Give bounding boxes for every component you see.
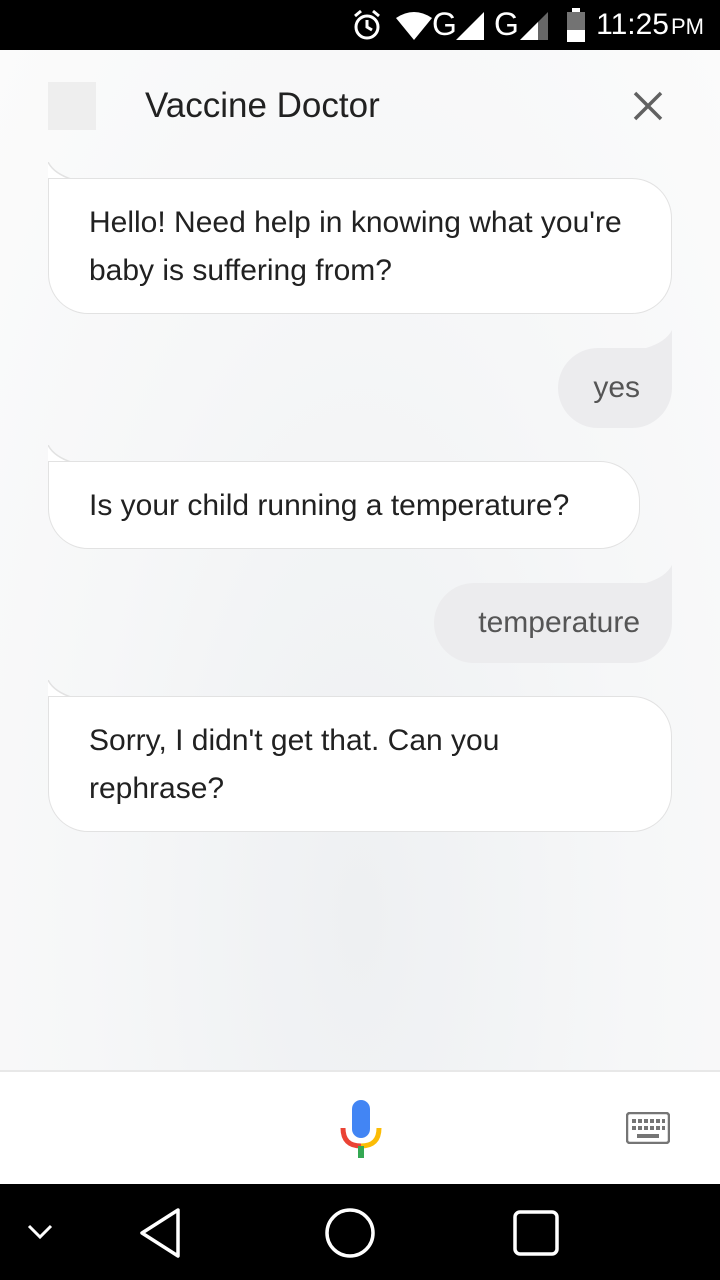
wifi-icon [396,12,432,40]
chat-screen: Vaccine Doctor Hello! Need help in knowi… [0,50,720,1070]
network-type-2: G [494,6,519,42]
message-text: Hello! Need help in knowing what you're … [89,206,622,287]
clock: 11:25PM [596,8,704,41]
chevron-down-icon[interactable] [26,1222,54,1242]
recents-icon[interactable] [511,1208,561,1258]
page-title: Vaccine Doctor [145,86,380,125]
message-text: temperature [478,606,640,639]
mic-icon[interactable] [340,1100,382,1160]
message-text: yes [593,371,640,404]
signal-icon [456,12,484,40]
bot-message: Is your child running a temperature? [48,461,640,549]
input-bar [0,1070,720,1184]
close-icon[interactable] [628,86,668,126]
message-text: Sorry, I didn't get that. Can you rephra… [89,724,500,805]
status-bar: G G 11:25PM [0,0,720,50]
message-text: Is your child running a temperature? [89,489,570,522]
keyboard-icon[interactable] [626,1112,670,1144]
battery-icon [567,8,585,42]
bubble-tail [646,565,672,583]
bot-message: Sorry, I didn't get that. Can you rephra… [48,696,672,832]
navigation-bar [0,1184,720,1280]
network-type-1: G [432,6,457,42]
home-icon[interactable] [323,1206,377,1260]
avatar [48,82,96,130]
signal-icon [520,12,548,40]
back-icon[interactable] [136,1206,184,1260]
bot-message: Hello! Need help in knowing what you're … [48,178,672,314]
chat-header: Vaccine Doctor [0,50,720,160]
user-message: yes [558,348,672,428]
bubble-tail [646,330,672,348]
user-message: temperature [434,583,672,663]
alarm-icon [354,9,380,40]
